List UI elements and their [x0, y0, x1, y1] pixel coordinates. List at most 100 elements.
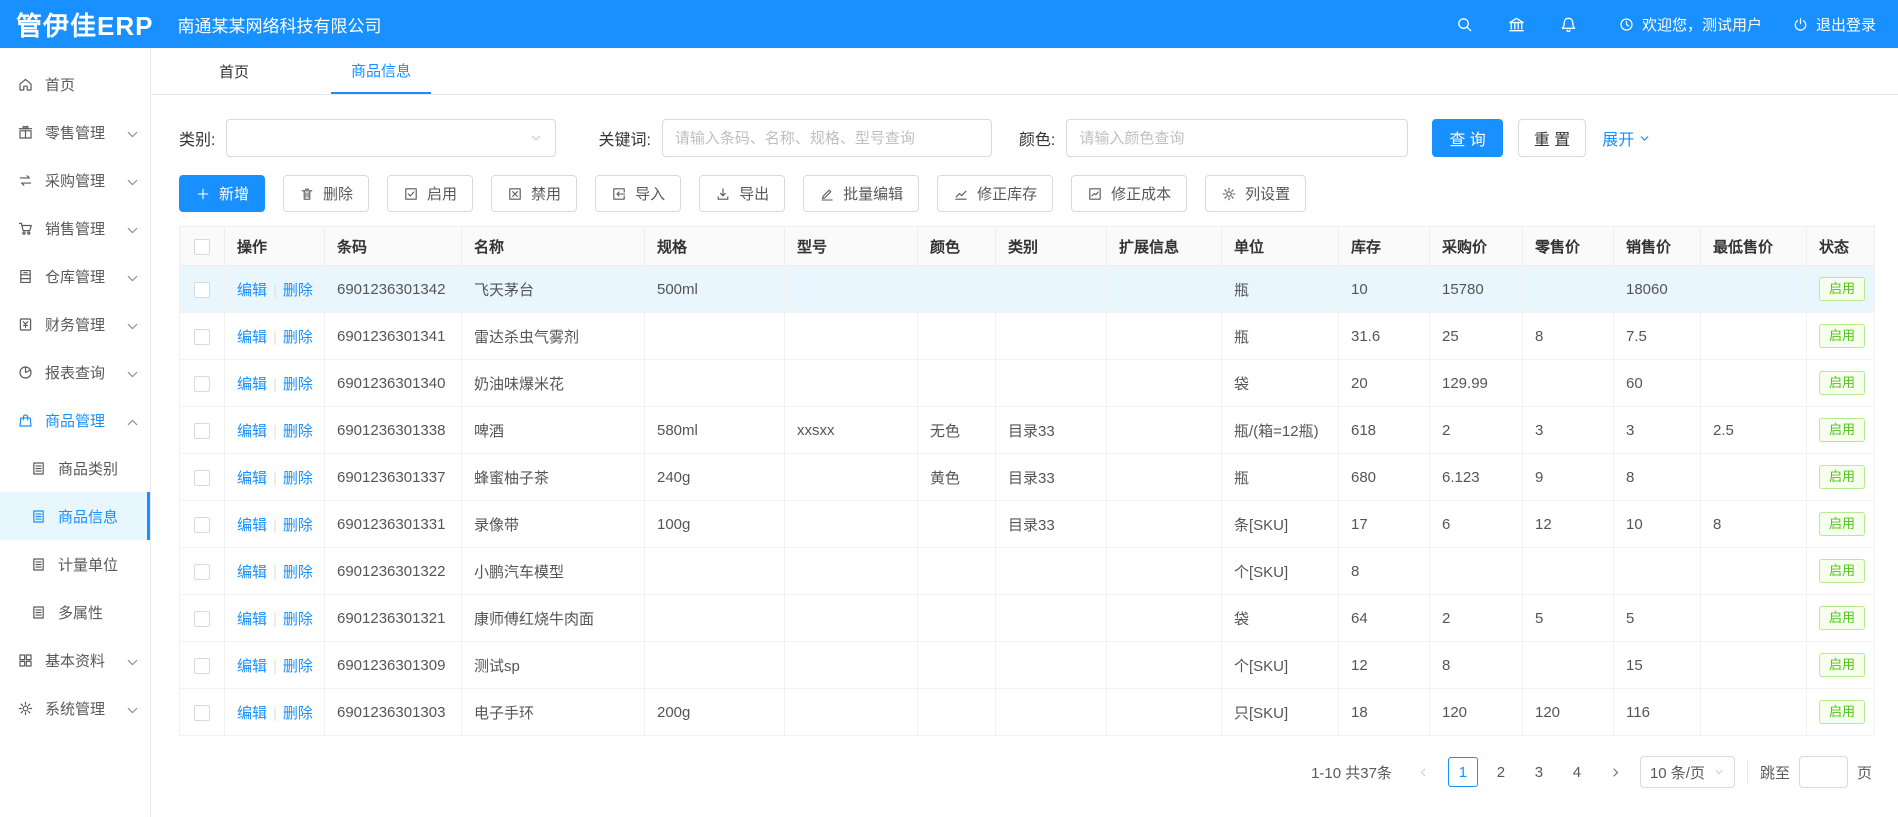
bell-icon[interactable] — [1550, 5, 1588, 43]
edit-link[interactable]: 编辑 — [237, 282, 267, 299]
sidebar-item-财务管理[interactable]: 财务管理 — [0, 300, 150, 348]
sidebar-item-商品管理[interactable]: 商品管理 — [0, 396, 150, 444]
chevron-down-icon — [529, 131, 543, 145]
删除-button[interactable]: 删除 — [283, 175, 369, 212]
reset-button[interactable]: 重 置 — [1518, 119, 1586, 157]
批量编辑-button[interactable]: 批量编辑 — [803, 175, 919, 212]
delete-link[interactable]: 删除 — [283, 517, 313, 534]
jump-page-input[interactable] — [1799, 756, 1848, 788]
row-checkbox[interactable] — [194, 611, 210, 627]
导出-button[interactable]: 导出 — [699, 175, 785, 212]
table-cell: 120 — [1523, 689, 1614, 736]
table-cell: 120 — [1430, 689, 1523, 736]
bank-icon[interactable] — [1498, 5, 1536, 43]
edit-link[interactable]: 编辑 — [237, 611, 267, 628]
next-page-icon[interactable] — [1602, 757, 1630, 787]
page-number-4[interactable]: 4 — [1562, 757, 1592, 787]
category-label: 类别: — [179, 126, 215, 150]
row-checkbox[interactable] — [194, 329, 210, 345]
edit-link[interactable]: 编辑 — [237, 329, 267, 346]
row-checkbox[interactable] — [194, 658, 210, 674]
select-all-checkbox[interactable] — [194, 239, 210, 255]
keyword-input[interactable] — [675, 130, 979, 147]
table-cell: 100g — [645, 501, 785, 548]
search-icon[interactable] — [1446, 5, 1484, 43]
column-header-单位: 单位 — [1222, 227, 1339, 266]
禁用-button[interactable]: 禁用 — [491, 175, 577, 212]
delete-link[interactable]: 删除 — [283, 282, 313, 299]
jump-to-page: 跳至 页 — [1760, 756, 1872, 788]
启用-button[interactable]: 启用 — [387, 175, 473, 212]
category-select[interactable] — [226, 119, 556, 157]
sidebar-item-多属性[interactable]: 多属性 — [0, 588, 150, 636]
search-button[interactable]: 查 询 — [1432, 119, 1502, 157]
edit-link[interactable]: 编辑 — [237, 423, 267, 440]
delete-link[interactable]: 删除 — [283, 329, 313, 346]
row-checkbox[interactable] — [194, 282, 210, 298]
delete-link[interactable]: 删除 — [283, 564, 313, 581]
sidebar-item-零售管理[interactable]: 零售管理 — [0, 108, 150, 156]
sidebar-item-基本资料[interactable]: 基本资料 — [0, 636, 150, 684]
table-cell — [996, 266, 1107, 313]
table-cell — [1107, 360, 1222, 407]
expand-link[interactable]: 展开 — [1602, 126, 1651, 150]
sidebar-item-系统管理[interactable]: 系统管理 — [0, 684, 150, 732]
edit-link[interactable]: 编辑 — [237, 564, 267, 581]
修正成本-button[interactable]: 修正成本 — [1071, 175, 1187, 212]
row-checkbox[interactable] — [194, 564, 210, 580]
sidebar-item-商品信息[interactable]: 商品信息 — [0, 492, 150, 540]
row-checkbox[interactable] — [194, 470, 210, 486]
edit-link[interactable]: 编辑 — [237, 517, 267, 534]
tab-product-info[interactable]: 商品信息 — [331, 48, 431, 94]
product-table: 操作条码名称规格型号颜色类别扩展信息单位库存采购价零售价销售价最低售价状态 编辑… — [179, 226, 1875, 736]
cart-icon — [17, 220, 34, 237]
logout-button[interactable]: 退出登录 — [1792, 14, 1876, 35]
edit-link[interactable]: 编辑 — [237, 470, 267, 487]
row-checkbox[interactable] — [194, 423, 210, 439]
chevron-down-icon — [124, 702, 136, 714]
table-cell — [996, 689, 1107, 736]
delete-link[interactable]: 删除 — [283, 658, 313, 675]
edit-link[interactable]: 编辑 — [237, 376, 267, 393]
row-checkbox[interactable] — [194, 376, 210, 392]
新增-button[interactable]: 新增 — [179, 175, 265, 212]
page-number-3[interactable]: 3 — [1524, 757, 1554, 787]
列设置-button[interactable]: 列设置 — [1205, 175, 1306, 212]
delete-link[interactable]: 删除 — [283, 611, 313, 628]
delete-link[interactable]: 删除 — [283, 423, 313, 440]
row-checkbox[interactable] — [194, 705, 210, 721]
sidebar-item-采购管理[interactable]: 采购管理 — [0, 156, 150, 204]
table-cell: 31.6 — [1339, 313, 1430, 360]
sidebar-item-label: 销售管理 — [45, 218, 105, 239]
tab-home[interactable]: 首页 — [199, 48, 269, 94]
edit-link[interactable]: 编辑 — [237, 705, 267, 722]
welcome-user[interactable]: 欢迎您，测试用户 — [1618, 14, 1762, 35]
page-number-2[interactable]: 2 — [1486, 757, 1516, 787]
sidebar-item-商品类别[interactable]: 商品类别 — [0, 444, 150, 492]
table-cell: 6901236301341 — [325, 313, 462, 360]
page-number-1[interactable]: 1 — [1448, 757, 1478, 787]
home-icon — [17, 76, 34, 93]
table-cell: 8 — [1430, 642, 1523, 689]
row-checkbox[interactable] — [194, 517, 210, 533]
sidebar-item-首页[interactable]: 首页 — [0, 60, 150, 108]
table-cell: 680 — [1339, 454, 1430, 501]
column-header-零售价: 零售价 — [1523, 227, 1614, 266]
color-input[interactable] — [1079, 130, 1395, 147]
table-row: 编辑|删除6901236301331录像带100g目录33条[SKU]17612… — [180, 501, 1875, 548]
table-cell — [785, 642, 918, 689]
sidebar-item-报表查询[interactable]: 报表查询 — [0, 348, 150, 396]
chevron-down-icon — [124, 270, 136, 282]
sidebar-item-仓库管理[interactable]: 仓库管理 — [0, 252, 150, 300]
sidebar-item-计量单位[interactable]: 计量单位 — [0, 540, 150, 588]
table-cell — [785, 501, 918, 548]
prev-page-icon[interactable] — [1410, 757, 1438, 787]
delete-link[interactable]: 删除 — [283, 470, 313, 487]
page-size-select[interactable]: 10 条/页 — [1640, 756, 1735, 788]
sidebar-item-销售管理[interactable]: 销售管理 — [0, 204, 150, 252]
delete-link[interactable]: 删除 — [283, 705, 313, 722]
修正库存-button[interactable]: 修正库存 — [937, 175, 1053, 212]
edit-link[interactable]: 编辑 — [237, 658, 267, 675]
导入-button[interactable]: 导入 — [595, 175, 681, 212]
delete-link[interactable]: 删除 — [283, 376, 313, 393]
